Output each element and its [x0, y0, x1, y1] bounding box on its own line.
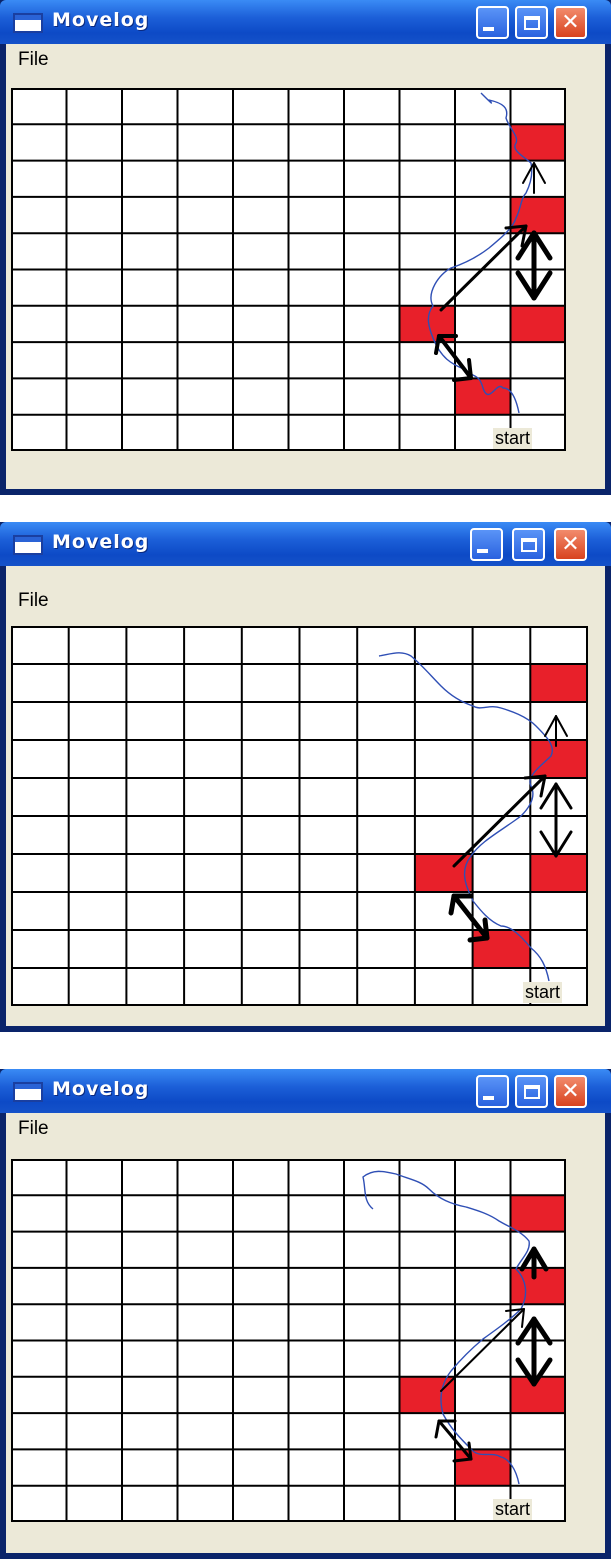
grid-canvas[interactable]: start: [11, 1159, 566, 1522]
title-bar[interactable]: Movelog ✕: [0, 522, 611, 566]
window-icon: [13, 1082, 43, 1102]
window-icon: [13, 13, 43, 33]
move-arrow-vertical-double: [539, 782, 573, 858]
menu-bar: File: [6, 566, 605, 611]
minimize-button[interactable]: [470, 528, 503, 561]
move-arrow-diagonal: [439, 224, 528, 312]
maximize-button[interactable]: [515, 1075, 548, 1108]
minimize-icon: [483, 26, 494, 31]
move-arrow-diagonal: [452, 774, 547, 868]
menu-bar: File: [6, 1113, 605, 1145]
window-icon: [13, 535, 43, 555]
grid-svg: [11, 88, 566, 451]
red-cell: [530, 740, 588, 778]
move-arrow-diagonal-double: [448, 893, 490, 943]
minimize-button[interactable]: [476, 1075, 509, 1108]
move-arrow-diagonal-double: [434, 1419, 473, 1463]
maximize-button[interactable]: [512, 528, 545, 561]
mouse-trail: [427, 92, 533, 414]
close-button[interactable]: ✕: [554, 528, 587, 561]
red-cell: [510, 1376, 566, 1414]
red-cell: [510, 1195, 566, 1232]
menu-file[interactable]: File: [18, 1118, 49, 1140]
maximize-button[interactable]: [515, 6, 548, 39]
red-cell: [530, 664, 588, 702]
window-title: Movelog: [52, 531, 150, 553]
client-area: File start: [6, 44, 605, 489]
start-label: start: [493, 1499, 533, 1520]
window-title: Movelog: [52, 1078, 150, 1100]
close-button[interactable]: ✕: [554, 1075, 587, 1108]
client-area: File start: [6, 566, 605, 1026]
grid-canvas[interactable]: start: [11, 88, 566, 451]
movelog-window-1: Movelog ✕ File start: [0, 0, 611, 495]
minimize-icon: [477, 548, 488, 553]
close-icon: ✕: [561, 9, 580, 35]
move-arrow-up-small: [522, 162, 546, 194]
client-area: File start: [6, 1113, 605, 1553]
window-title: Movelog: [52, 9, 150, 31]
menu-file[interactable]: File: [18, 49, 49, 71]
red-cell: [455, 378, 511, 415]
close-button[interactable]: ✕: [554, 6, 587, 39]
start-label: start: [493, 428, 533, 449]
red-cell: [399, 1376, 455, 1414]
menu-bar: File: [6, 44, 605, 76]
movelog-window-2: Movelog ✕ File start: [0, 522, 611, 1032]
menu-file[interactable]: File: [18, 590, 49, 612]
grid-svg: [11, 1159, 566, 1522]
start-label: start: [523, 982, 563, 1003]
maximize-icon: [520, 537, 537, 552]
red-cell: [510, 124, 566, 161]
minimize-icon: [483, 1095, 494, 1100]
close-icon: ✕: [561, 531, 580, 557]
close-icon: ✕: [561, 1078, 580, 1104]
title-bar[interactable]: Movelog ✕: [0, 1069, 611, 1113]
title-bar[interactable]: Movelog ✕: [0, 0, 611, 44]
movelog-window-3: Movelog ✕ File start: [0, 1069, 611, 1559]
grid-svg: [11, 626, 588, 1006]
red-cell: [510, 1267, 566, 1305]
maximize-icon: [523, 1084, 540, 1099]
minimize-button[interactable]: [476, 6, 509, 39]
red-cell: [472, 930, 531, 968]
move-arrow-vertical-double: [515, 1316, 553, 1387]
red-cell: [530, 854, 588, 892]
grid-canvas[interactable]: start: [11, 626, 588, 1006]
red-cell: [510, 305, 566, 343]
maximize-icon: [523, 15, 540, 30]
